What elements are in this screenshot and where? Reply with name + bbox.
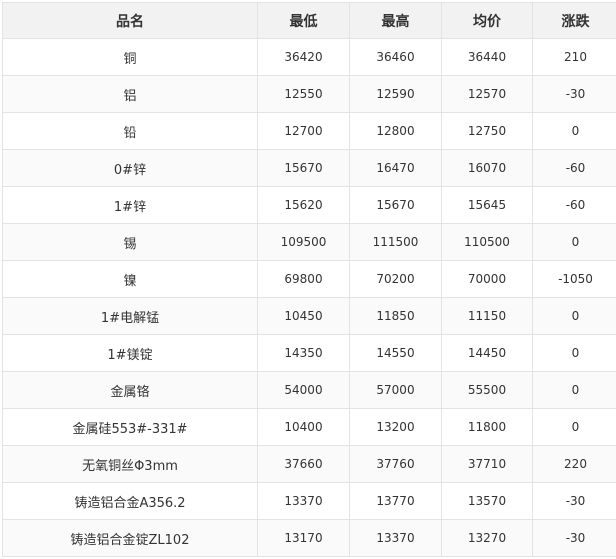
cell-lowest: 10450 — [257, 297, 350, 335]
cell-lowest: 14350 — [257, 334, 350, 372]
cell-highest: 111500 — [349, 223, 442, 261]
cell-highest: 11850 — [349, 297, 442, 335]
table-row: 金属铬 54000 57000 55500 0 — [2, 371, 616, 409]
cell-highest: 57000 — [349, 371, 442, 409]
cell-change: 0 — [532, 223, 616, 261]
cell-lowest: 13170 — [257, 519, 350, 557]
cell-product-name: 1#锌 — [2, 186, 258, 224]
table-row: 镍 69800 70200 70000 -1050 — [2, 260, 616, 298]
cell-highest: 15670 — [349, 186, 442, 224]
cell-lowest: 10400 — [257, 408, 350, 446]
cell-product-name: 1#电解锰 — [2, 297, 258, 335]
table-row: 铝 12550 12590 12570 -30 — [2, 75, 616, 113]
cell-average: 15645 — [441, 186, 533, 224]
cell-change: 210 — [532, 38, 616, 76]
cell-highest: 14550 — [349, 334, 442, 372]
cell-change: -60 — [532, 186, 616, 224]
cell-average: 11150 — [441, 297, 533, 335]
cell-change: -30 — [532, 75, 616, 113]
cell-change: 0 — [532, 334, 616, 372]
cell-product-name: 1#镁锭 — [2, 334, 258, 372]
table-header-row: 品名 最低 最高 均价 涨跌 — [2, 2, 616, 39]
cell-change: -60 — [532, 149, 616, 187]
cell-average: 12570 — [441, 75, 533, 113]
table-row: 锡 109500 111500 110500 0 — [2, 223, 616, 261]
cell-change: -30 — [532, 519, 616, 557]
cell-lowest: 13370 — [257, 482, 350, 520]
cell-average: 16070 — [441, 149, 533, 187]
cell-product-name: 镍 — [2, 260, 258, 298]
cell-product-name: 金属铬 — [2, 371, 258, 409]
table-row: 1#镁锭 14350 14550 14450 0 — [2, 334, 616, 372]
cell-product-name: 0#锌 — [2, 149, 258, 187]
cell-average: 110500 — [441, 223, 533, 261]
table-row: 1#电解锰 10450 11850 11150 0 — [2, 297, 616, 335]
table-row: 1#锌 15620 15670 15645 -60 — [2, 186, 616, 224]
price-table: 品名 最低 最高 均价 涨跌 铜 36420 36460 36440 210 铝 12550… — [2, 2, 616, 557]
cell-change: 0 — [532, 371, 616, 409]
cell-highest: 13770 — [349, 482, 442, 520]
cell-lowest: 15670 — [257, 149, 350, 187]
cell-lowest: 12700 — [257, 112, 350, 150]
header-average: 均价 — [441, 2, 533, 39]
cell-lowest: 12550 — [257, 75, 350, 113]
cell-highest: 12590 — [349, 75, 442, 113]
cell-product-name: 铅 — [2, 112, 258, 150]
cell-change: 220 — [532, 445, 616, 483]
cell-lowest: 36420 — [257, 38, 350, 76]
cell-change: 0 — [532, 408, 616, 446]
cell-lowest: 54000 — [257, 371, 350, 409]
cell-product-name: 金属硅553#-331# — [2, 408, 258, 446]
cell-average: 12750 — [441, 112, 533, 150]
header-highest: 最高 — [349, 2, 442, 39]
table-row: 无氧铜丝Φ3mm 37660 37760 37710 220 — [2, 445, 616, 483]
cell-change: 0 — [532, 112, 616, 150]
table-body: 铜 36420 36460 36440 210 铝 12550 12590 12570 -30 铅 1… — [2, 38, 616, 557]
cell-product-name: 铸造铝合金锭ZL102 — [2, 519, 258, 557]
cell-highest: 70200 — [349, 260, 442, 298]
cell-product-name: 锡 — [2, 223, 258, 261]
header-product-name: 品名 — [2, 2, 258, 39]
cell-product-name: 无氧铜丝Φ3mm — [2, 445, 258, 483]
cell-average: 37710 — [441, 445, 533, 483]
cell-average: 13270 — [441, 519, 533, 557]
table-row: 铅 12700 12800 12750 0 — [2, 112, 616, 150]
table-row: 铜 36420 36460 36440 210 — [2, 38, 616, 76]
cell-change: -30 — [532, 482, 616, 520]
table-row: 铸造铝合金锭ZL102 13170 13370 13270 -30 — [2, 519, 616, 557]
cell-highest: 12800 — [349, 112, 442, 150]
cell-average: 36440 — [441, 38, 533, 76]
header-change: 涨跌 — [532, 2, 616, 39]
cell-highest: 13370 — [349, 519, 442, 557]
table-row: 铸造铝合金A356.2 13370 13770 13570 -30 — [2, 482, 616, 520]
cell-average: 13570 — [441, 482, 533, 520]
cell-product-name: 铸造铝合金A356.2 — [2, 482, 258, 520]
table-row: 0#锌 15670 16470 16070 -60 — [2, 149, 616, 187]
cell-average: 55500 — [441, 371, 533, 409]
cell-highest: 16470 — [349, 149, 442, 187]
cell-highest: 13200 — [349, 408, 442, 446]
cell-highest: 37760 — [349, 445, 442, 483]
cell-lowest: 15620 — [257, 186, 350, 224]
cell-lowest: 109500 — [257, 223, 350, 261]
cell-lowest: 69800 — [257, 260, 350, 298]
cell-change: 0 — [532, 297, 616, 335]
cell-highest: 36460 — [349, 38, 442, 76]
cell-average: 14450 — [441, 334, 533, 372]
cell-average: 11800 — [441, 408, 533, 446]
cell-product-name: 铝 — [2, 75, 258, 113]
cell-change: -1050 — [532, 260, 616, 298]
cell-lowest: 37660 — [257, 445, 350, 483]
cell-product-name: 铜 — [2, 38, 258, 76]
table-row: 金属硅553#-331# 10400 13200 11800 0 — [2, 408, 616, 446]
header-lowest: 最低 — [257, 2, 350, 39]
cell-average: 70000 — [441, 260, 533, 298]
